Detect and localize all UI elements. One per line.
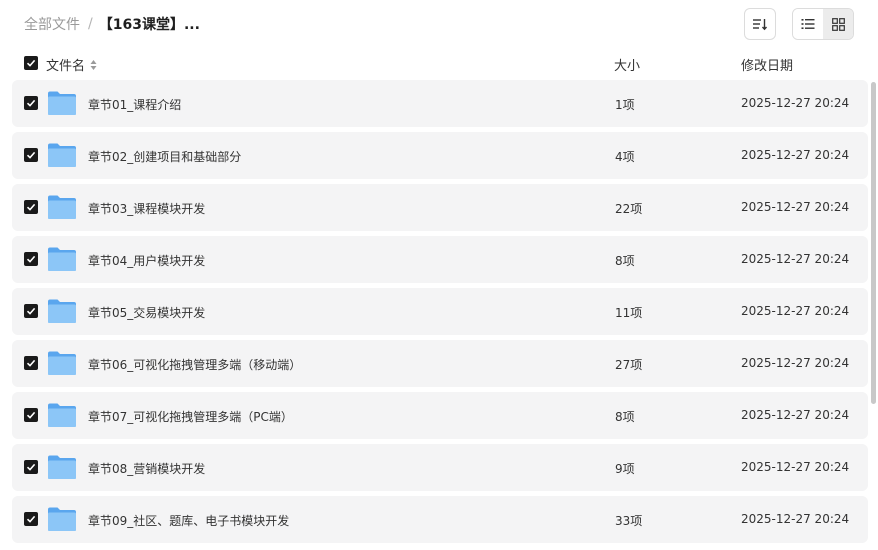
checkmark-icon [26,59,36,67]
row-checkbox[interactable] [24,512,38,526]
select-all-checkbox[interactable] [24,56,38,70]
file-name[interactable]: 章节06_可视化拖拽管理多端（移动端） [88,356,301,373]
list-item[interactable]: 章节01_课程介绍 1项 2025-12-27 20:24 [12,80,868,127]
row-checkbox[interactable] [24,252,38,266]
folder-icon [48,247,76,271]
breadcrumb-root[interactable]: 全部文件 [24,14,80,34]
file-size: 11项 [615,306,643,320]
file-size: 27项 [615,358,643,372]
checkmark-icon [26,515,36,523]
folder-icon [48,403,76,427]
sort-button[interactable] [744,8,776,40]
folder-icon [48,195,76,219]
file-name[interactable]: 章节08_营销模块开发 [88,460,205,477]
file-modified-date: 2025-12-27 20:24 [741,408,850,422]
list-item[interactable]: 章节04_用户模块开发 8项 2025-12-27 20:24 [12,236,868,283]
breadcrumb-separator: / [88,16,93,32]
folder-icon [48,507,76,531]
view-toggle [792,8,854,40]
file-size: 4项 [615,150,635,164]
checkmark-icon [26,151,36,159]
checkmark-icon [26,411,36,419]
file-modified-date: 2025-12-27 20:24 [741,252,850,266]
list-item[interactable]: 章节07_可视化拖拽管理多端（PC端） 8项 2025-12-27 20:24 [12,392,868,439]
file-modified-date: 2025-12-27 20:24 [741,148,850,162]
file-modified-date: 2025-12-27 20:24 [741,200,850,214]
row-checkbox[interactable] [24,460,38,474]
file-modified-date: 2025-12-27 20:24 [741,512,850,526]
checkmark-icon [26,255,36,263]
file-size: 22项 [615,202,643,216]
file-size: 9项 [615,462,635,476]
file-name[interactable]: 章节02_创建项目和基础部分 [88,148,241,165]
list-view-button[interactable] [793,9,823,39]
file-name[interactable]: 章节09_社区、题库、电子书模块开发 [88,512,289,529]
list-view-icon [801,19,815,29]
checkmark-icon [26,99,36,107]
row-checkbox[interactable] [24,356,38,370]
row-checkbox[interactable] [24,408,38,422]
list-header: 文件名 大小 修改日期 [0,50,878,78]
file-size: 1项 [615,98,635,112]
checkmark-icon [26,203,36,211]
file-size: 8项 [615,254,635,268]
file-name[interactable]: 章节03_课程模块开发 [88,200,205,217]
list-item[interactable]: 章节05_交易模块开发 11项 2025-12-27 20:24 [12,288,868,335]
column-name-label: 文件名 [46,59,86,74]
folder-icon [48,91,76,115]
list-item[interactable]: 章节09_社区、题库、电子书模块开发 33项 2025-12-27 20:24 [12,496,868,543]
breadcrumb-current: 【163课堂】... [98,17,200,33]
checkmark-icon [26,359,36,367]
folder-icon [48,351,76,375]
folder-icon [48,143,76,167]
folder-icon [48,299,76,323]
scrollbar[interactable] [871,82,876,404]
column-size-header[interactable]: 大小 [614,55,640,74]
file-size: 8项 [615,410,635,424]
file-size: 33项 [615,514,643,528]
file-modified-date: 2025-12-27 20:24 [741,96,850,110]
file-name[interactable]: 章节05_交易模块开发 [88,304,205,321]
grid-view-button[interactable] [823,9,853,39]
breadcrumb: 全部文件 / 【163课堂】... [24,14,200,34]
folder-icon [48,455,76,479]
row-checkbox[interactable] [24,148,38,162]
row-checkbox[interactable] [24,304,38,318]
file-modified-date: 2025-12-27 20:24 [741,460,850,474]
column-date-header[interactable]: 修改日期 [741,55,793,74]
file-modified-date: 2025-12-27 20:24 [741,356,850,370]
row-checkbox[interactable] [24,96,38,110]
checkmark-icon [26,307,36,315]
checkmark-icon [26,463,36,471]
file-modified-date: 2025-12-27 20:24 [741,304,850,318]
sort-lines-icon [753,19,768,31]
sort-updown-icon [90,59,97,70]
list-item[interactable]: 章节03_课程模块开发 22项 2025-12-27 20:24 [12,184,868,231]
file-name[interactable]: 章节01_课程介绍 [88,96,181,113]
top-bar: 全部文件 / 【163课堂】... [0,0,878,48]
list-item[interactable]: 章节02_创建项目和基础部分 4项 2025-12-27 20:24 [12,132,868,179]
column-name-header[interactable]: 文件名 [46,55,97,74]
grid-view-icon [831,17,845,31]
row-checkbox[interactable] [24,200,38,214]
file-name[interactable]: 章节04_用户模块开发 [88,252,205,269]
list-item[interactable]: 章节06_可视化拖拽管理多端（移动端） 27项 2025-12-27 20:24 [12,340,868,387]
list-item[interactable]: 章节08_营销模块开发 9项 2025-12-27 20:24 [12,444,868,491]
file-name[interactable]: 章节07_可视化拖拽管理多端（PC端） [88,408,293,425]
